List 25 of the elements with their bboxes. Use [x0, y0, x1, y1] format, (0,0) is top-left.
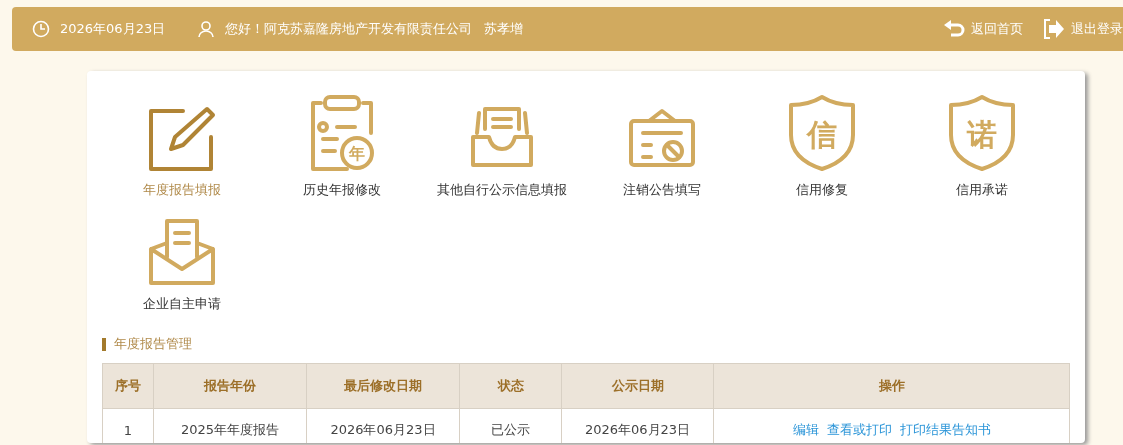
user-icon	[197, 20, 216, 38]
exit-icon	[1043, 19, 1065, 39]
envelope-icon	[147, 217, 217, 287]
greeting-text: 您好！阿克苏嘉隆房地产开发有限责任公司	[225, 20, 473, 38]
action-link[interactable]: 编辑	[792, 422, 819, 437]
clock-icon	[32, 20, 50, 38]
shield-icon: 信	[787, 93, 857, 173]
user-name: 苏孝增	[484, 20, 524, 38]
menu-tile[interactable]: 诺 信用承诺	[902, 91, 1062, 199]
current-date: 2026年06月23日	[60, 20, 166, 38]
shield-icon: 诺	[947, 93, 1017, 173]
menu-tile[interactable]: 年 历史年报修改	[262, 91, 422, 199]
menu-tile[interactable]: 其他自行公示信息填报	[422, 91, 582, 199]
section-title: 年度报告管理	[114, 335, 192, 353]
menu-tile[interactable]: 信 信用修复	[742, 91, 902, 199]
column-header: 报告年份	[153, 363, 307, 409]
menu-tile[interactable]: 企业自主申请	[102, 205, 262, 313]
column-header: 序号	[102, 363, 154, 409]
column-header: 公示日期	[561, 363, 714, 409]
column-header: 操作	[713, 363, 1070, 409]
column-header: 最后修改日期	[306, 363, 460, 409]
menu-tile[interactable]: 注销公告填写	[582, 91, 742, 199]
return-arrow-icon	[943, 20, 965, 38]
column-header: 状态	[459, 363, 562, 409]
table-cell: 1	[102, 408, 154, 443]
